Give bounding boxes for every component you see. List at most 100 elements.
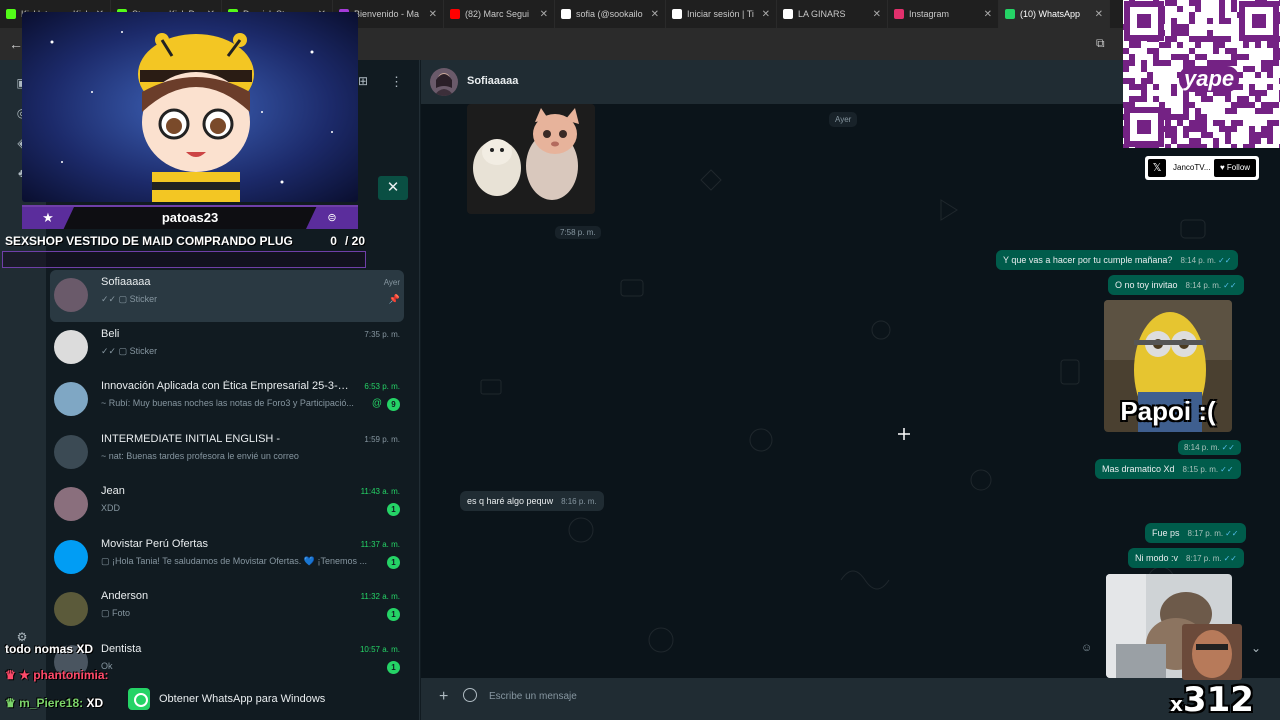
menu-icon[interactable]: ⋮ <box>390 74 403 90</box>
read-receipt-icon: ✓✓ <box>1223 281 1237 290</box>
chat-avatar <box>54 330 88 364</box>
follow-button[interactable]: ♥ Follow <box>1214 159 1256 177</box>
contact-avatar[interactable] <box>430 68 458 96</box>
chat-avatar <box>54 487 88 521</box>
chat-time: 11:37 a. m. <box>360 540 400 549</box>
back-arrow-icon[interactable]: ← <box>9 36 23 52</box>
stream-chat-line: todo nomas XD <box>5 642 94 656</box>
chat-list-item[interactable]: Innovación Aplicada con Ética Empresaria… <box>50 374 404 426</box>
read-receipt-icon: ✓✓ <box>1220 465 1234 474</box>
streamer-name: patoas23 <box>161 210 219 225</box>
message-bubble-outgoing[interactable]: Mas dramatico Xd 8:15 p. m. ✓✓ <box>1095 459 1241 479</box>
tab-label: sofia (@sookailo <box>576 9 643 19</box>
chat-name: Dentista <box>101 643 142 655</box>
image-message[interactable]: Papoi :( <box>1104 300 1232 432</box>
tab-favicon-icon <box>450 9 460 19</box>
goal-progress-bar <box>2 251 366 268</box>
tab-label: LA GINARS <box>798 9 846 19</box>
chat-list-item[interactable]: INTERMEDIATE INITIAL ENGLISH - ~ nat: Bue… <box>50 427 404 479</box>
pin-icon: 📌 <box>388 294 400 304</box>
sticker-image[interactable] <box>467 104 595 214</box>
chat-list-item[interactable]: Sofiaaaaa ✓✓ ▢ Sticker Ayer 📌 <box>50 270 404 322</box>
follow-handle: JancoTV... <box>1173 163 1211 172</box>
message-bubble-outgoing[interactable]: Ni modo :v 8:17 p. m. ✓✓ <box>1128 548 1244 568</box>
chat-list-item[interactable]: Movistar Perú Ofertas ▢ ¡Hola Tania! Te s… <box>50 532 404 584</box>
whatsapp-logo-icon <box>128 688 150 710</box>
tab-close-icon[interactable]: ✕ <box>984 9 992 20</box>
message-bubble-outgoing[interactable]: Y que vas a hacer por tu cumple mañana? 8… <box>996 250 1239 270</box>
stream-chat-line: ♛ ★ phantonimia: <box>5 668 109 682</box>
tab-close-icon[interactable]: ✕ <box>873 9 881 20</box>
chat-time: 6:53 p. m. <box>364 382 400 391</box>
tab-label: Bienvenido - Ma <box>354 9 420 19</box>
read-receipt-icon: ✓✓ <box>1223 554 1237 563</box>
chat-name: INTERMEDIATE INITIAL ENGLISH - <box>101 433 281 445</box>
tab-close-icon[interactable]: ✕ <box>762 9 770 20</box>
message-bubble-outgoing[interactable]: O no toy invitao 8:14 p. m. ✓✓ <box>1108 275 1244 295</box>
tab-close-icon[interactable]: ✕ <box>651 9 659 20</box>
contact-name[interactable]: Sofiaaaaa <box>467 75 518 87</box>
tab-close-icon[interactable]: ✕ <box>540 9 548 20</box>
goal-count: 0/ 20 <box>330 234 365 248</box>
chat-preview: ✓✓ ▢ Sticker <box>101 294 158 304</box>
unread-badge: 9 <box>387 398 400 411</box>
chat-preview: ~ Rubí: Muy buenas noches las notas de F… <box>101 398 354 408</box>
chat-list-item[interactable]: Beli ✓✓ ▢ Sticker 7:35 p. m. <box>50 322 404 374</box>
chat-preview: XDD <box>101 503 121 513</box>
browser-tab[interactable]: LA GINARS ✕ <box>777 0 888 28</box>
tab-favicon-icon <box>6 9 16 19</box>
chat-name: Innovación Aplicada con Ética Empresaria… <box>101 380 351 392</box>
webcam-overlay <box>22 12 358 202</box>
combo-multiplier: x312 <box>1170 680 1254 720</box>
unread-badge: 1 <box>387 503 400 516</box>
chat-time: 7:35 p. m. <box>364 330 400 339</box>
read-receipt-icon: ✓✓ <box>1225 529 1239 538</box>
chat-avatar <box>54 278 88 312</box>
browser-tab[interactable]: (82) Marc Segui ✕ <box>444 0 555 28</box>
unread-badge: 1 <box>387 661 400 674</box>
install-app-icon[interactable]: ⧉ <box>1096 36 1105 51</box>
get-whatsapp-label: Obtener WhatsApp para Windows <box>159 693 326 705</box>
tab-close-icon[interactable]: ✕ <box>1095 9 1103 20</box>
scroll-down-icon[interactable]: ⌄ <box>1251 641 1261 655</box>
stream-chat-line: ♛ m_Piere18: XD <box>5 696 104 710</box>
emoji-reaction-icon[interactable]: ☺ <box>1081 642 1092 654</box>
message-bubble-outgoing[interactable]: Fue ps 8:17 p. m. ✓✓ <box>1145 523 1246 543</box>
chat-time: 10:57 a. m. <box>359 645 400 654</box>
tab-close-icon[interactable]: ✕ <box>429 9 437 20</box>
message-time: 8:17 p. m. <box>1186 554 1222 563</box>
browser-tab[interactable]: sofia (@sookailo ✕ <box>555 0 666 28</box>
message-text: Ni modo :v <box>1135 553 1179 563</box>
message-bubble-incoming[interactable]: es q haré algo pequw 8:16 p. m. <box>460 491 604 511</box>
browser-tab[interactable]: (10) WhatsApp ✕ <box>999 0 1110 28</box>
chat-time: 11:43 a. m. <box>360 487 400 496</box>
new-chat-icon[interactable]: ⊞ <box>358 74 368 88</box>
chat-preview: ✓✓ ▢ Sticker <box>101 346 158 356</box>
chat-preview: ▢ ¡Hola Tania! Te saludamos de Movistar … <box>101 556 367 566</box>
browser-tab[interactable]: Instagram ✕ <box>888 0 999 28</box>
follow-widget[interactable]: 𝕏 JancoTV... ♥ Follow <box>1145 156 1259 180</box>
message-text: es q haré algo pequw <box>467 496 554 506</box>
message-text: Fue ps <box>1152 528 1180 538</box>
message-input[interactable]: Escribe un mensaje <box>489 691 577 702</box>
attach-plus-icon[interactable]: + <box>439 688 448 706</box>
get-whatsapp-banner[interactable]: Obtener WhatsApp para Windows <box>128 688 418 710</box>
chat-avatar <box>54 435 88 469</box>
chat-avatar <box>54 540 88 574</box>
chat-name: Jean <box>101 485 125 497</box>
chat-list-item[interactable]: Anderson ▢ Foto 11:32 a. m. 1 <box>50 584 404 636</box>
close-banner-button[interactable]: ✕ <box>378 176 408 200</box>
chat-list-item[interactable]: Jean XDD 11:43 a. m. 1 <box>50 479 404 531</box>
unread-badge: 1 <box>387 556 400 569</box>
screen: Kicklet.app - Kick✕Stream - Kick Da✕Daar… <box>0 0 1280 720</box>
emoji-icon[interactable] <box>463 688 477 702</box>
chat-preview: ~ nat: Buenas tardes profesora le envié … <box>101 451 299 461</box>
chat-name: Anderson <box>101 590 149 602</box>
qr-brand-label: yape <box>1179 66 1240 92</box>
chat-preview: ▢ Foto <box>101 608 131 618</box>
browser-tab[interactable]: Iniciar sesión | Ti ✕ <box>666 0 777 28</box>
unread-badge: 1 <box>387 608 400 621</box>
message-time: 8:15 p. m. <box>1182 465 1219 474</box>
tab-favicon-icon <box>672 9 682 19</box>
chat-items: Sofiaaaaa ✓✓ ▢ Sticker Ayer 📌 Beli ✓✓ ▢ Stick… <box>46 270 420 690</box>
